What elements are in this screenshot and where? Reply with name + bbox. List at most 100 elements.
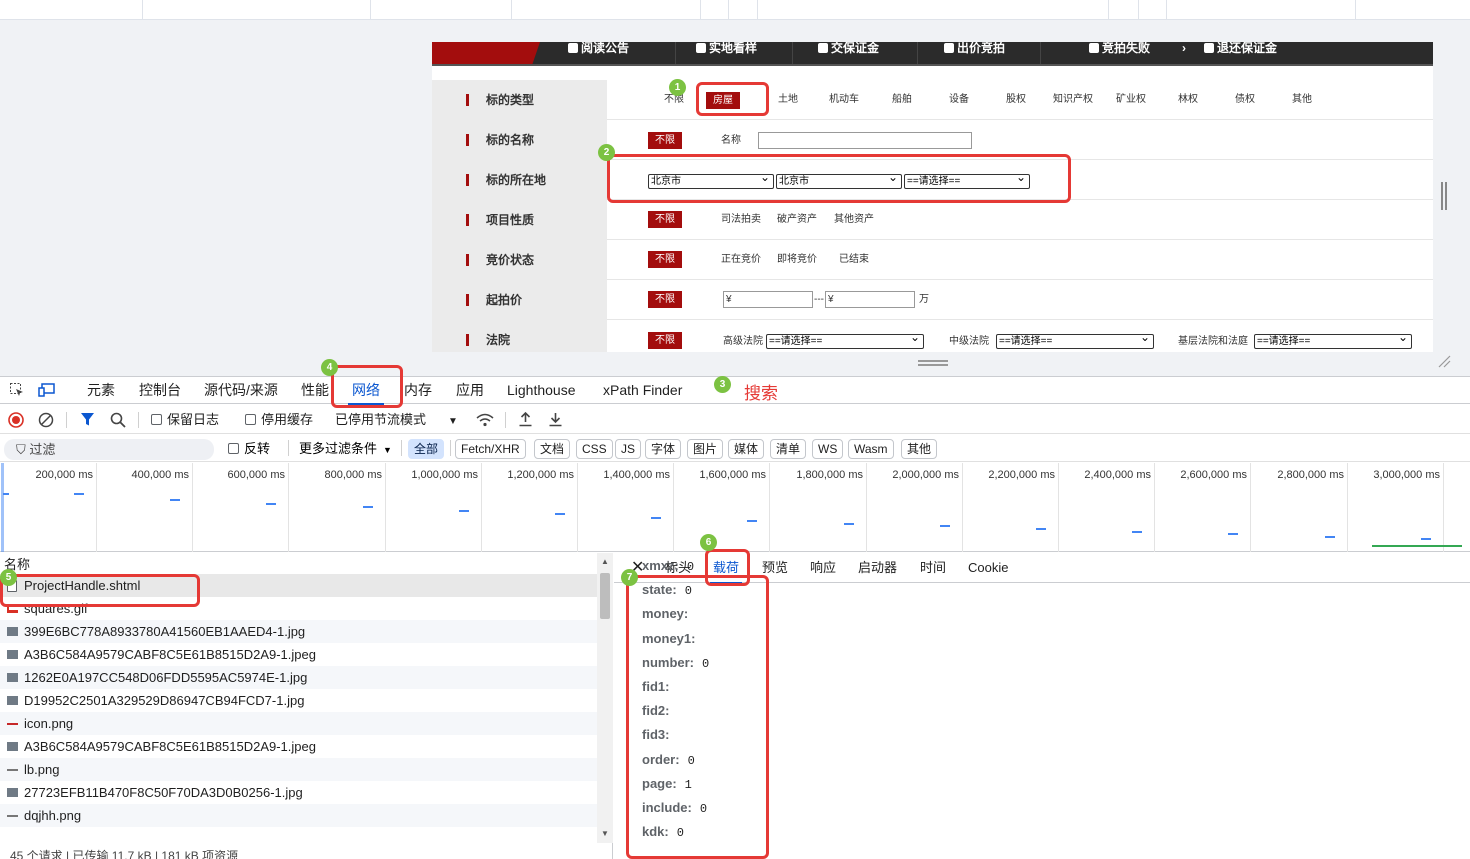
timeline-request-bar [74,493,84,495]
tab-xpath-finder[interactable]: xPath Finder [603,377,682,404]
timeline-tick-label: 1,800,000 ms [796,469,863,481]
high-court-select[interactable]: ==请选择== [766,334,924,349]
chip-fetch-xhr[interactable]: Fetch/XHR [455,439,526,459]
table-row[interactable]: icon.png [0,712,597,735]
device-toolbar-icon[interactable] [38,382,56,398]
filter-row-nature: 项目性质 不限 司法拍卖 破产资产 其他资产 [432,200,1433,240]
timeline-gridline [577,463,578,552]
request-list-scrollbar[interactable]: ▲ ▼ [597,553,613,843]
chip-font[interactable]: 字体 [645,439,682,459]
base-court-select[interactable]: ==请选择== [1254,334,1412,349]
scroll-up-icon[interactable]: ▲ [601,557,609,566]
payload-entry: xmxz: 0 [642,558,694,574]
name-input[interactable] [758,132,972,149]
table-row[interactable]: 1262E0A197CC548D06FDD5595AC5974E-1.jpg [0,666,597,689]
nature-option[interactable]: 破产资产 [777,213,817,227]
search-icon[interactable] [110,412,126,428]
type-option[interactable]: 设备 [949,93,969,107]
chip-img[interactable]: 图片 [687,439,724,459]
price-from-input[interactable]: ¥ [723,291,813,308]
status-option[interactable]: 已结束 [839,253,869,267]
scroll-down-icon[interactable]: ▼ [601,829,609,838]
type-option[interactable]: 船舶 [892,93,912,107]
status-option[interactable]: 即将竞价 [777,253,817,267]
tab-console[interactable]: 控制台 [139,377,181,404]
panel-resize-handle[interactable] [918,360,948,366]
name-field-label: 名称 [721,135,741,146]
table-row[interactable]: A3B6C584A9579CABF8C5E61B8515D2A9-1.jpeg [0,735,597,758]
nature-unlimited-button[interactable]: 不限 [648,211,682,228]
type-option[interactable]: 林权 [1178,93,1198,107]
timeline-cursor[interactable] [1,463,4,552]
inspect-element-icon[interactable] [9,382,25,398]
more-filters-dropdown[interactable]: 更多过滤条件 ▼ [299,435,392,462]
table-row[interactable]: dqjhh.png [0,804,597,827]
chip-ws[interactable]: WS [812,439,844,459]
disable-cache-checkbox[interactable]: 停用缓存 [245,405,313,434]
tab-application[interactable]: 应用 [456,377,484,404]
preserve-log-checkbox[interactable]: 保留日志 [151,405,219,434]
network-conditions-icon[interactable] [476,412,494,428]
resize-corner-icon[interactable] [1437,354,1451,368]
nav-bid[interactable]: 出价竞拍 [944,42,1005,64]
filter-input[interactable]: ⛉ 过滤 [4,439,214,460]
step-badge: 5 [0,569,17,586]
nature-option[interactable]: 司法拍卖 [721,213,761,227]
table-row[interactable]: A3B6C584A9579CABF8C5E61B8515D2A9-1.jpeg [0,643,597,666]
tab-lighthouse[interactable]: Lighthouse [507,377,576,404]
court-unlimited-button[interactable]: 不限 [648,332,682,349]
status-unlimited-button[interactable]: 不限 [648,251,682,268]
tab-sources[interactable]: 源代码/来源 [204,377,278,404]
throttle-select[interactable]: 已停用节流模式 ▼ [335,405,458,434]
mid-court-select[interactable]: ==请选择== [996,334,1154,349]
price-to-input[interactable]: ¥ [825,291,915,308]
chip-css[interactable]: CSS [576,439,613,459]
name-unlimited-button[interactable]: 不限 [648,132,682,149]
type-option[interactable]: 其他 [1292,93,1312,107]
nav-deposit[interactable]: 交保证金 [818,42,879,64]
status-option[interactable]: 正在竞价 [721,253,761,267]
type-option[interactable]: 土地 [778,93,798,107]
chip-doc[interactable]: 文档 [534,439,571,459]
clear-icon[interactable] [38,412,54,428]
browser-strip [0,0,1470,20]
tab-performance[interactable]: 性能 [301,377,329,404]
network-timeline-overview[interactable]: 200,000 ms 400,000 ms 600,000 ms 800,000 ms… [0,463,1470,552]
filter-icon[interactable] [80,412,95,427]
chip-media[interactable]: 媒体 [728,439,765,459]
table-row[interactable]: lb.png [0,758,597,781]
tab-elements[interactable]: 元素 [87,377,115,404]
type-option[interactable]: 股权 [1006,93,1026,107]
page-scroll-grip[interactable] [1441,182,1447,210]
image-icon [7,769,18,771]
nav-read-notice[interactable]: 阅读公告 [568,42,629,64]
invert-checkbox[interactable]: 反转 [228,435,270,462]
tab-response[interactable]: 响应 [810,553,836,583]
chip-js[interactable]: JS [615,439,642,459]
nav-site-visit[interactable]: 实地看样 [696,42,757,64]
tab-cookies[interactable]: Cookie [968,553,1008,583]
nav-bid-failed[interactable]: 竞拍失败 [1089,42,1150,64]
price-unlimited-button[interactable]: 不限 [648,291,682,308]
column-header-name[interactable]: 名称 [0,553,597,573]
table-row[interactable]: 27723EFB11B470F8C50F70DA3D0B0256-1.jpg [0,781,597,804]
tab-memory[interactable]: 内存 [404,377,432,404]
chip-manifest[interactable]: 清单 [770,439,807,459]
nav-refund[interactable]: 退还保证金 [1204,42,1277,64]
type-option[interactable]: 机动车 [829,93,859,107]
chip-all[interactable]: 全部 [408,439,445,459]
import-har-icon[interactable] [518,411,533,427]
timeline-tick-label: 400,000 ms [131,469,189,481]
table-row[interactable]: D19952C2501A329529D86947CB94FCD7-1.jpg [0,689,597,712]
chip-wasm[interactable]: Wasm [848,439,894,459]
type-option[interactable]: 债权 [1235,93,1255,107]
type-option[interactable]: 知识产权 [1053,93,1093,107]
chip-other[interactable]: 其他 [901,439,938,459]
nature-option[interactable]: 其他资产 [834,213,874,227]
tab-timing[interactable]: 时间 [920,553,946,583]
type-option[interactable]: 矿业权 [1116,93,1146,107]
record-stop-icon[interactable] [8,412,24,428]
tab-initiator[interactable]: 启动器 [858,553,897,583]
export-har-icon[interactable] [548,411,563,427]
table-row[interactable]: 399E6BC778A8933780A41560EB1AAED4-1.jpg [0,620,597,643]
